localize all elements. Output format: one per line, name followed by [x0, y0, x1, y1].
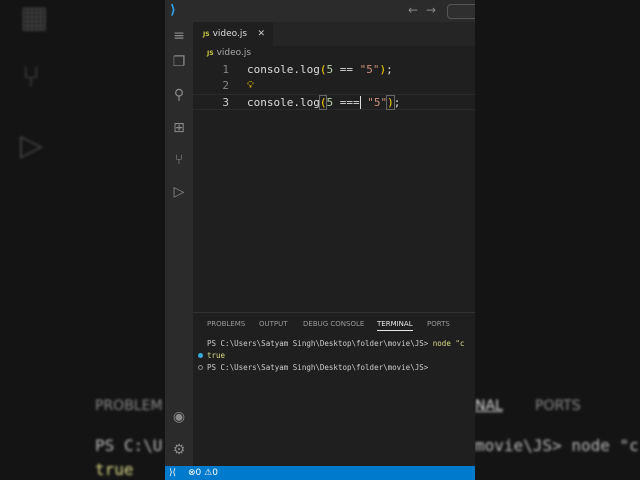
lightbulb-icon[interactable]: 💡︎: [247, 78, 254, 94]
source-control-icon[interactable]: ⑂: [169, 150, 189, 170]
tab-label: video.js: [212, 29, 248, 39]
command-pending-dot-icon: [198, 365, 203, 370]
status-bar: ⟩⟨ ⊗0 ⚠0: [165, 466, 475, 480]
source-control-icon: ⑂: [22, 60, 40, 95]
bottom-panel: PROBLEMS OUTPUT DEBUG CONSOLE TERMINAL P…: [193, 312, 475, 466]
blurred-text: NAL: [475, 398, 503, 414]
line-number: 1: [222, 63, 229, 76]
title-bar: ⟩ ← →: [165, 0, 475, 22]
vscode-logo-icon: ⟩: [170, 3, 176, 18]
account-icon[interactable]: ◉: [169, 407, 189, 427]
js-file-icon: JS: [203, 31, 210, 38]
back-button[interactable]: ←: [408, 3, 418, 17]
tab-output[interactable]: OUTPUT: [259, 320, 288, 328]
tab-video-js[interactable]: JS video.js ✕: [193, 22, 273, 46]
blurred-background-right: NAL PORTS movie\JS> node "c: [475, 0, 640, 480]
activity-bar: ≡ ❐ ⚲ ⊞ ⑂ ▷ ◉ ⚙: [165, 22, 193, 466]
problems-status[interactable]: ⊗0 ⚠0: [188, 466, 218, 480]
menu-icon[interactable]: ≡: [169, 26, 189, 46]
line-number: 2: [222, 79, 229, 92]
warning-count: 0: [212, 468, 218, 478]
tab-problems[interactable]: PROBLEMS: [207, 320, 245, 328]
command-success-dot-icon: [198, 353, 203, 358]
remote-icon[interactable]: ⟩⟨: [169, 466, 176, 480]
close-tab-icon[interactable]: ✕: [257, 22, 265, 46]
code-line[interactable]: 2 💡︎: [193, 78, 475, 94]
terminal-output: true: [207, 351, 226, 360]
breadcrumb-file: video.js: [216, 48, 252, 58]
run-debug-icon[interactable]: ▷: [169, 182, 189, 202]
terminal-prompt: PS C:\Users\Satyam Singh\Desktop\folder\…: [207, 339, 429, 348]
js-file-icon: JS: [207, 50, 214, 57]
blurred-text: movie\JS> node "c: [475, 436, 639, 455]
error-icon: ⊗: [188, 468, 196, 478]
line-number: 3: [222, 96, 229, 109]
tab-terminal[interactable]: TERMINAL: [377, 320, 413, 331]
code-line-current[interactable]: 3 console.log(5 === "5");: [193, 94, 475, 110]
terminal-command: node "c: [432, 339, 465, 348]
blurred-background-left: ▦ ⑂ ▷ PROBLEM PS C:\U true: [0, 0, 165, 480]
terminal-prompt[interactable]: PS C:\Users\Satyam Singh\Desktop\folder\…: [207, 363, 428, 372]
code-line[interactable]: 1 console.log(5 == "5");: [193, 62, 475, 78]
code-text: console.log(5 == "5");: [247, 63, 393, 76]
editor-tabs: JS video.js ✕: [193, 22, 475, 46]
blurred-text: true: [95, 460, 134, 479]
blurred-text: PORTS: [535, 398, 581, 414]
error-count: 0: [195, 468, 202, 478]
forward-button[interactable]: →: [426, 3, 436, 17]
code-text: console.log(5 === "5");: [247, 95, 401, 110]
breadcrumb[interactable]: JS video.js: [207, 48, 251, 58]
extensions-icon: ▦: [20, 0, 49, 35]
vscode-window: ⟩ ← → ≡ ❐ ⚲ ⊞ ⑂ ▷ ◉ ⚙ JS video.js ✕ JS vid…: [165, 0, 475, 480]
search-icon[interactable]: ⚲: [169, 85, 189, 105]
tab-ports[interactable]: PORTS: [427, 320, 450, 328]
settings-gear-icon[interactable]: ⚙: [169, 440, 189, 460]
blurred-text: PS C:\U: [95, 436, 163, 455]
extensions-icon[interactable]: ⊞: [169, 118, 189, 138]
command-center-search[interactable]: [447, 4, 475, 19]
blurred-text: PROBLEM: [95, 398, 163, 414]
tab-debug-console[interactable]: DEBUG CONSOLE: [303, 320, 364, 328]
terminal-line[interactable]: PS C:\Users\Satyam Singh\Desktop\folder\…: [207, 339, 464, 348]
explorer-icon[interactable]: ❐: [169, 52, 189, 72]
run-debug-icon: ▷: [20, 128, 44, 163]
